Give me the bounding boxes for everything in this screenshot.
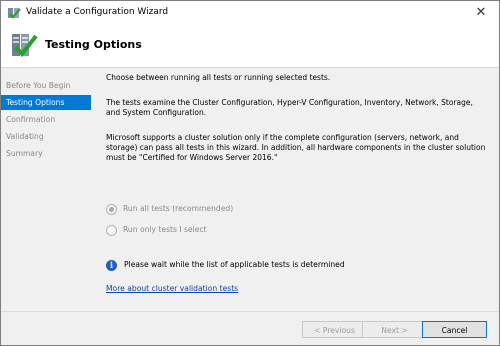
title-bar: Validate a Configuration Wizard ✕ <box>1 1 499 25</box>
radio-selected-icon[interactable] <box>106 203 117 215</box>
step-testing-options[interactable]: Testing Options <box>1 95 91 110</box>
radio-unselected-icon[interactable] <box>106 224 117 236</box>
cancel-button[interactable]: Cancel <box>422 321 487 338</box>
validation-icon <box>12 34 38 58</box>
cluster-wizard-icon <box>8 8 21 19</box>
tests-description: The tests examine the Cluster Configurat… <box>106 98 473 117</box>
step-confirmation[interactable]: Confirmation <box>1 112 91 127</box>
wizard-content: Choose between running all tests or runn… <box>97 67 499 317</box>
close-icon[interactable]: ✕ <box>471 4 491 22</box>
run-all-tests-label: Run all tests (recommended) <box>123 204 234 213</box>
cluster-validation-link[interactable]: More about cluster validation tests <box>106 284 238 293</box>
page-heading: Testing Options <box>45 38 142 51</box>
run-selected-tests-option[interactable]: Run only tests I select <box>106 224 207 236</box>
step-before-you-begin[interactable]: Before You Begin <box>1 78 91 93</box>
next-button[interactable]: Next > <box>362 321 427 338</box>
wizard-steps-nav: Before You Begin Testing Options Confirm… <box>1 78 91 163</box>
support-note: Microsoft supports a cluster solution on… <box>106 133 486 162</box>
status-message: Please wait while the list of applicable… <box>124 260 345 269</box>
step-validating[interactable]: Validating <box>1 129 91 144</box>
window-title: Validate a Configuration Wizard <box>26 7 169 17</box>
wizard-window: Validate a Configuration Wizard ✕ Testin… <box>0 0 500 346</box>
run-all-tests-option[interactable]: Run all tests (recommended) <box>106 203 233 215</box>
status-info: i Please wait while the list of applicabl… <box>106 259 345 271</box>
previous-button[interactable]: < Previous <box>302 321 367 338</box>
run-selected-tests-label: Run only tests I select <box>123 225 207 234</box>
info-icon: i <box>106 259 117 271</box>
intro-text: Choose between running all tests or runn… <box>106 73 331 82</box>
step-summary[interactable]: Summary <box>1 146 91 161</box>
footer-divider <box>1 311 499 312</box>
wizard-header: Testing Options <box>1 25 499 68</box>
